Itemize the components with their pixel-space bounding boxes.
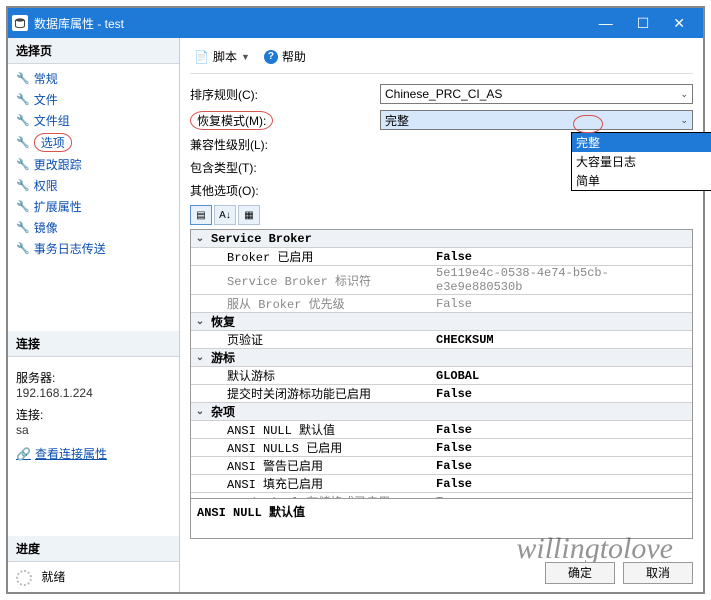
progress-status: 就绪	[8, 562, 179, 592]
grid-category[interactable]: ⌄恢复	[191, 313, 692, 331]
nav-item-5[interactable]: 🔧权限	[10, 175, 177, 196]
wrench-icon: 🔧	[16, 136, 30, 149]
chevron-down-icon: ▼	[241, 52, 250, 62]
wrench-icon: 🔧	[16, 72, 30, 85]
nav-list: 🔧常规🔧文件🔧文件组🔧选项🔧更改跟踪🔧权限🔧扩展属性🔧镜像🔧事务日志传送	[8, 64, 179, 263]
connection-value: sa	[16, 423, 171, 437]
cancel-button[interactable]: 取消	[623, 562, 693, 584]
chevron-down-icon: ⌄	[680, 89, 688, 100]
collation-select[interactable]: Chinese_PRC_CI_AS ⌄	[380, 84, 693, 104]
wrench-icon: 🔧	[16, 158, 30, 171]
wrench-icon: 🔧	[16, 93, 30, 106]
grid-category[interactable]: ⌄杂项	[191, 403, 692, 421]
script-icon: 📄	[194, 50, 209, 64]
dropdown-option[interactable]: 简单	[572, 171, 711, 190]
property-pages-button[interactable]: ▦	[238, 205, 260, 225]
grid-row[interactable]: 默认游标GLOBAL	[191, 367, 692, 385]
property-grid[interactable]: ⌄Service BrokerBroker 已启用FalseService Br…	[190, 229, 693, 499]
progress-header: 进度	[8, 536, 179, 562]
grid-category[interactable]: ⌄Service Broker	[191, 230, 692, 248]
collapse-icon: ⌄	[191, 316, 209, 327]
nav-item-6[interactable]: 🔧扩展属性	[10, 196, 177, 217]
collation-label: 排序规则(C):	[190, 86, 380, 103]
grid-row[interactable]: Service Broker 标识符5e119e4c-0538-4e74-b5c…	[191, 266, 692, 295]
grid-category[interactable]: ⌄游标	[191, 349, 692, 367]
collapse-icon: ⌄	[191, 352, 209, 363]
collapse-icon: ⌄	[191, 406, 209, 417]
recovery-dropdown[interactable]: 完整大容量日志简单	[571, 132, 711, 191]
wrench-icon: 🔧	[16, 221, 30, 234]
nav-item-0[interactable]: 🔧常规	[10, 68, 177, 89]
database-icon	[12, 15, 28, 31]
help-button[interactable]: ? 帮助	[260, 46, 310, 67]
nav-item-7[interactable]: 🔧镜像	[10, 217, 177, 238]
containment-label: 包含类型(T):	[190, 159, 380, 176]
compat-label: 兼容性级别(L):	[190, 136, 380, 153]
ok-button[interactable]: 确定	[545, 562, 615, 584]
grid-row[interactable]: ANSI NULLS 已启用False	[191, 439, 692, 457]
grid-row[interactable]: 提交时关闭游标功能已启用False	[191, 385, 692, 403]
dropdown-option[interactable]: 大容量日志	[572, 152, 711, 171]
connection-header: 连接	[8, 331, 179, 357]
grid-row[interactable]: ANSI NULL 默认值False	[191, 421, 692, 439]
minimize-button[interactable]: —	[599, 15, 613, 32]
wrench-icon: 🔧	[16, 179, 30, 192]
collapse-icon: ⌄	[191, 233, 209, 244]
categorized-button[interactable]: ▤	[190, 205, 212, 225]
nav-item-3[interactable]: 🔧选项	[10, 131, 177, 154]
spinner-icon	[16, 570, 32, 586]
wrench-icon: 🔧	[16, 114, 30, 127]
close-button[interactable]: ✕	[673, 15, 685, 32]
dropdown-option[interactable]: 完整	[572, 133, 711, 152]
grid-row[interactable]: ANSI 警告已启用False	[191, 457, 692, 475]
select-page-header: 选择页	[8, 38, 179, 64]
wrench-icon: 🔧	[16, 242, 30, 255]
wrench-icon: 🔧	[16, 200, 30, 213]
titlebar: 数据库属性 - test — ☐ ✕	[8, 8, 703, 38]
nav-item-8[interactable]: 🔧事务日志传送	[10, 238, 177, 259]
recovery-label: 恢复模式(M):	[190, 111, 380, 130]
nav-item-1[interactable]: 🔧文件	[10, 89, 177, 110]
window-title: 数据库属性 - test	[34, 15, 599, 32]
ready-label: 就绪	[41, 570, 65, 584]
server-label: 服务器:	[16, 369, 171, 386]
other-options-label: 其他选项(O):	[190, 182, 380, 199]
connection-label: 连接:	[16, 406, 171, 423]
maximize-button[interactable]: ☐	[637, 15, 650, 32]
grid-row[interactable]: ANSI 填充已启用False	[191, 475, 692, 493]
grid-row[interactable]: 页验证CHECKSUM	[191, 331, 692, 349]
alphabetical-button[interactable]: A↓	[214, 205, 236, 225]
chevron-down-icon: ⌄	[680, 115, 688, 126]
server-value: 192.168.1.224	[16, 386, 171, 400]
grid-row[interactable]: Broker 已启用False	[191, 248, 692, 266]
nav-item-4[interactable]: 🔧更改跟踪	[10, 154, 177, 175]
script-button[interactable]: 📄 脚本 ▼	[190, 46, 254, 67]
grid-row[interactable]: 服从 Broker 优先级False	[191, 295, 692, 313]
nav-item-2[interactable]: 🔧文件组	[10, 110, 177, 131]
link-icon: 🔗	[16, 447, 31, 461]
recovery-select[interactable]: 完整 ⌄	[380, 110, 693, 130]
property-description: ANSI NULL 默认值	[190, 499, 693, 539]
view-connection-properties-link[interactable]: 🔗查看连接属性	[16, 445, 107, 462]
help-icon: ?	[264, 50, 278, 64]
